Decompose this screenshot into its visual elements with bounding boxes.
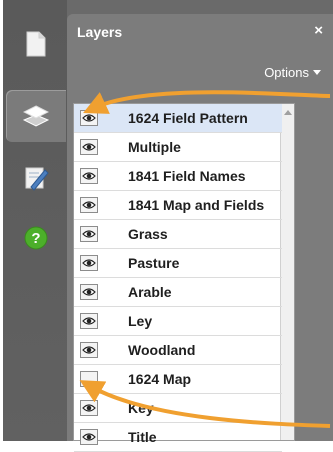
eye-icon: [82, 230, 96, 238]
eye-icon: [82, 288, 96, 296]
visibility-toggle[interactable]: [80, 168, 98, 184]
visibility-toggle[interactable]: [80, 371, 98, 387]
visibility-toggle[interactable]: [80, 110, 98, 126]
options-label: Options: [264, 65, 309, 80]
svg-text:?: ?: [31, 230, 40, 247]
layer-label: Pasture: [128, 255, 180, 271]
layer-label: 1624 Map: [128, 371, 192, 387]
caret-down-icon: [313, 70, 321, 75]
options-menu-button[interactable]: Options: [264, 65, 321, 80]
layer-row[interactable]: Woodland: [74, 336, 282, 365]
layer-label: Multiple: [128, 139, 181, 155]
eye-icon: [82, 317, 96, 325]
visibility-toggle[interactable]: [80, 313, 98, 329]
pen-edit-icon: [23, 165, 49, 191]
close-button[interactable]: ×: [314, 22, 323, 39]
visibility-toggle[interactable]: [80, 429, 98, 445]
panel-title: Layers: [77, 24, 123, 40]
visibility-toggle[interactable]: [80, 226, 98, 242]
layer-row[interactable]: Key: [74, 394, 282, 423]
tab-help[interactable]: ?: [6, 212, 66, 264]
eye-icon: [82, 143, 96, 151]
scroll-up-icon[interactable]: [284, 110, 292, 115]
panel-edge: [295, 103, 333, 441]
eye-icon: [82, 172, 96, 180]
visibility-toggle[interactable]: [80, 284, 98, 300]
visibility-toggle[interactable]: [80, 197, 98, 213]
help-icon: ?: [24, 226, 48, 250]
eye-icon: [82, 346, 96, 354]
layer-row[interactable]: Multiple: [74, 133, 282, 162]
layer-list: 1624 Field Pattern Multiple 1841 Field Nam…: [73, 103, 295, 452]
layer-label: Key: [128, 400, 154, 416]
layer-label: Arable: [128, 284, 172, 300]
layer-label: 1841 Map and Fields: [128, 197, 265, 213]
layer-row[interactable]: Grass: [74, 220, 282, 249]
visibility-toggle[interactable]: [80, 255, 98, 271]
visibility-toggle[interactable]: [80, 400, 98, 416]
tab-edit[interactable]: [6, 152, 66, 204]
layer-label: 1624 Field Pattern: [128, 110, 248, 126]
layer-row[interactable]: 1841 Map and Fields: [74, 191, 282, 220]
eye-icon: [82, 404, 96, 412]
layer-row[interactable]: 1841 Field Names: [74, 162, 282, 191]
layer-label: Ley: [128, 313, 153, 329]
layer-label: Woodland: [128, 342, 196, 358]
layer-row[interactable]: Title: [74, 423, 282, 452]
visibility-toggle[interactable]: [80, 342, 98, 358]
vertical-scrollbar[interactable]: [280, 104, 294, 440]
layer-row[interactable]: 1624 Map: [74, 365, 282, 394]
layer-row[interactable]: 1624 Field Pattern: [74, 104, 282, 133]
layer-label: Title: [128, 429, 157, 445]
tab-document[interactable]: [6, 18, 66, 70]
document-icon: [25, 31, 47, 57]
layer-row[interactable]: Ley: [74, 307, 282, 336]
layer-label: 1841 Field Names: [128, 168, 246, 184]
tab-layers[interactable]: [6, 90, 66, 142]
visibility-toggle[interactable]: [80, 139, 98, 155]
layer-row[interactable]: Arable: [74, 278, 282, 307]
eye-icon: [82, 114, 96, 122]
eye-icon: [82, 259, 96, 267]
layer-row[interactable]: Pasture: [74, 249, 282, 278]
layer-label: Grass: [128, 226, 168, 242]
layers-icon: [23, 104, 49, 128]
eye-icon: [82, 201, 96, 209]
